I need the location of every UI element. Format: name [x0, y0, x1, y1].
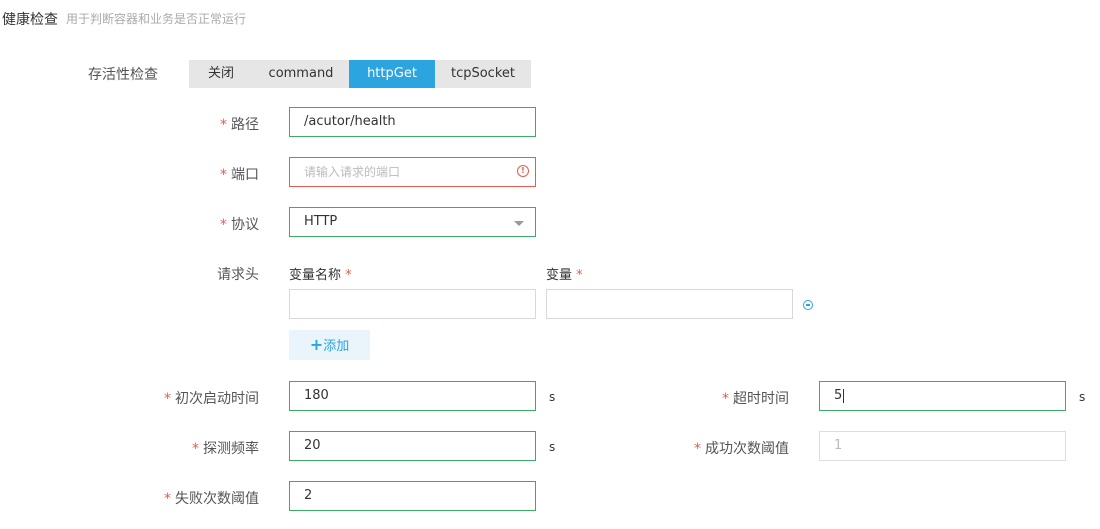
port-input[interactable]: 请输入请求的端口: [289, 157, 536, 187]
required-mark: *: [164, 491, 171, 507]
initial-delay-unit: s: [549, 390, 556, 404]
timeout-input[interactable]: 5: [819, 381, 1066, 411]
port-label: * 端口: [220, 167, 259, 183]
header-name-input[interactable]: [289, 289, 536, 319]
add-header-button[interactable]: +添加: [289, 330, 370, 360]
period-unit: s: [549, 440, 556, 454]
section-title: 健康检查: [2, 12, 58, 28]
liveness-option-off[interactable]: 关闭: [189, 60, 253, 88]
protocol-label: * 协议: [220, 217, 259, 233]
required-mark: *: [694, 441, 701, 457]
liveness-option-command[interactable]: command: [253, 60, 349, 88]
chevron-down-icon: [514, 221, 524, 226]
liveness-label: 存活性检查: [88, 67, 158, 83]
required-mark: *: [220, 167, 227, 183]
timeout-unit: s: [1079, 390, 1086, 404]
text-cursor: [843, 388, 845, 403]
success-threshold-label: * 成功次数阈值: [694, 441, 789, 457]
initial-delay-input[interactable]: 180: [289, 381, 536, 411]
liveness-segmented-control: 关闭 command httpGet tcpSocket: [189, 60, 531, 88]
initial-delay-label: * 初次启动时间: [164, 391, 259, 407]
remove-row-icon[interactable]: [803, 300, 813, 310]
header-name-column: 变量名称 *: [289, 268, 352, 283]
required-mark: *: [220, 217, 227, 233]
path-input[interactable]: /acutor/health: [289, 107, 536, 137]
failure-threshold-input[interactable]: 2: [289, 481, 536, 511]
timeout-label: * 超时时间: [722, 391, 789, 407]
liveness-option-httpget[interactable]: httpGet: [349, 60, 435, 88]
failure-threshold-label: * 失败次数阈值: [164, 491, 259, 507]
protocol-select[interactable]: HTTP: [289, 207, 536, 237]
required-mark: *: [164, 391, 171, 407]
request-header-label: 请求头: [217, 267, 259, 283]
period-label: * 探测频率: [192, 441, 259, 457]
path-label: * 路径: [220, 117, 259, 133]
success-threshold-input[interactable]: 1: [819, 431, 1066, 461]
header-value-input[interactable]: [546, 289, 793, 319]
error-icon: !: [517, 165, 529, 177]
plus-icon: +: [309, 335, 324, 354]
required-mark: *: [722, 391, 729, 407]
liveness-option-tcpsocket[interactable]: tcpSocket: [435, 60, 531, 88]
required-mark: *: [220, 117, 227, 133]
section-subtitle: 用于判断容器和业务是否正常运行: [66, 12, 247, 26]
required-mark: *: [192, 441, 199, 457]
header-value-column: 变量 *: [546, 268, 583, 283]
period-input[interactable]: 20: [289, 431, 536, 461]
